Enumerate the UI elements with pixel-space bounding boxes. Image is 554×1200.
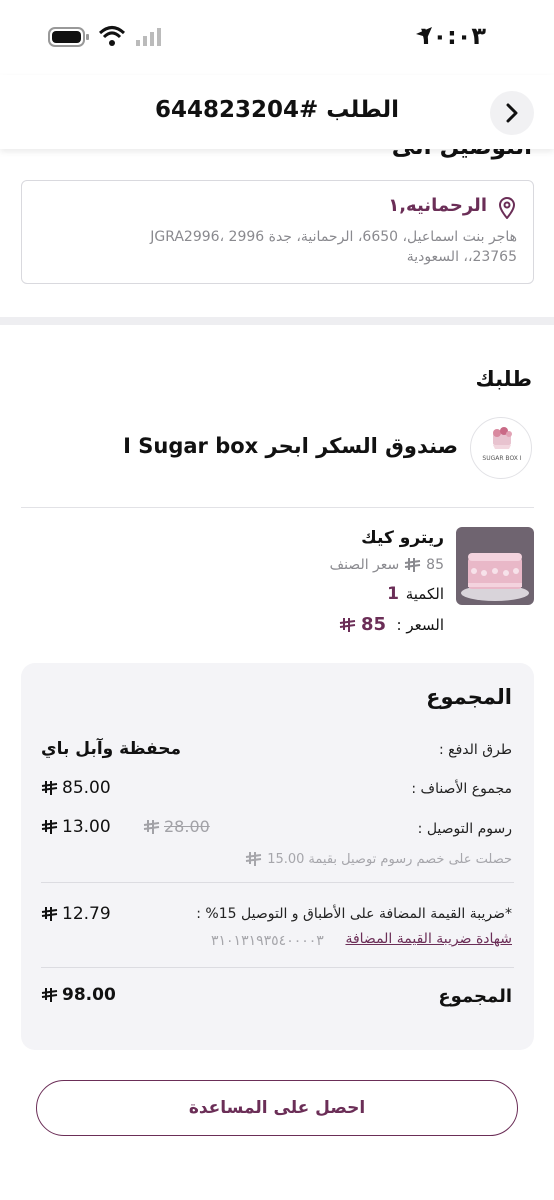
store-name: صندوق السكر ابحر I Sugar box [123, 434, 458, 458]
grand-total-value: 98.00 [62, 985, 116, 1005]
riyal-icon [41, 988, 58, 1002]
order-summary-panel: المجموع طرق الدفع : محفظة وآبل باي مجموع… [21, 663, 534, 1050]
navigation-header: الطلب #644823204 [0, 75, 554, 149]
item-image [456, 527, 534, 605]
wifi-icon [98, 26, 126, 46]
address-name: الرحمانيه,١ [388, 195, 487, 216]
signal-icon [136, 28, 161, 46]
item-price-value: 85 [360, 614, 386, 635]
riyal-icon [246, 852, 262, 866]
item-quantity: 1 [387, 584, 399, 604]
delivery-fee-old: 28.00 [143, 817, 210, 836]
delivery-discount-note: حصلت على خصم رسوم توصيل بقيمة 15.00 [245, 851, 512, 867]
store-logo: SUGAR BOX I [470, 417, 532, 479]
items-total-value: 85.00 [62, 778, 111, 798]
section-divider [0, 317, 554, 325]
summary-divider [41, 882, 514, 883]
summary-title: المجموع [426, 685, 512, 709]
payment-method-label: طرق الدفع : [439, 742, 512, 758]
page-title: الطلب #644823204 [155, 97, 399, 123]
store-logo-text: SUGAR BOX I [482, 455, 521, 462]
item-unit-price-value: 85 [426, 557, 444, 573]
riyal-icon [41, 781, 58, 795]
item-quantity-label: الكمية [405, 585, 444, 603]
items-total: 85.00 [41, 778, 111, 798]
get-help-button[interactable]: احصل على المساعدة [36, 1080, 518, 1136]
vat-certificate-link[interactable]: شهادة ضريبة القيمة المضافة [345, 931, 512, 947]
payment-method-value: محفظة وآبل باي [41, 739, 182, 759]
address-line: هاجر بنت اسماعيل، 6650، الرحمانية، جدة 2… [150, 229, 517, 265]
location-arrow-icon [416, 27, 432, 43]
address-card[interactable]: الرحمانيه,١ هاجر بنت اسماعيل، 6650، الرح… [21, 180, 534, 284]
item-name: ريترو كيك [361, 528, 444, 548]
total-label: المجموع [438, 986, 512, 1007]
riyal-icon [41, 820, 58, 834]
delivery-fee-value: 13.00 [62, 817, 111, 837]
riyal-icon [404, 558, 420, 572]
delivery-fee: 13.00 [41, 817, 111, 837]
discount-amount: 15.00 [267, 851, 305, 867]
location-pin-icon [498, 197, 516, 219]
chevron-right-icon [506, 103, 518, 123]
vat-label: *ضريبة القيمة المضافة على الأطباق و التو… [196, 906, 512, 922]
items-total-label: مجموع الأصناف : [411, 781, 512, 797]
discount-note-text: حصلت على خصم رسوم توصيل بقيمة [308, 851, 512, 867]
vat-amount: 12.79 [41, 904, 111, 924]
vat-number: ٣١٠١٣١٩٣٥٤٠٠٠٠٣ [211, 933, 324, 949]
store-logo-image: SUGAR BOX I [482, 427, 522, 462]
grand-total: 98.00 [41, 985, 116, 1005]
item-price-label: السعر : [396, 616, 444, 634]
vat-amount-value: 12.79 [62, 904, 111, 924]
item-price: 85 [339, 614, 386, 635]
order-label: طلبك [475, 367, 532, 391]
item-unit-price: 85 سعر الصنف [330, 557, 444, 573]
summary-divider [41, 967, 514, 968]
back-button[interactable] [490, 91, 534, 135]
divider [21, 507, 534, 508]
item-unit-price-label: سعر الصنف [329, 557, 400, 573]
riyal-icon [143, 819, 160, 834]
delivery-fee-label: رسوم التوصيل : [417, 821, 512, 837]
riyal-icon [41, 907, 58, 921]
riyal-icon [339, 617, 356, 632]
delivery-fee-old-value: 28.00 [164, 817, 210, 836]
battery-icon [48, 27, 89, 47]
status-bar: ١٠:٠٣ [0, 0, 554, 75]
